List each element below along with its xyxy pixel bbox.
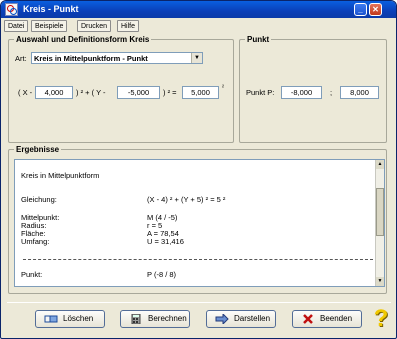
menu-hilfe[interactable]: Hilfe: [117, 20, 140, 32]
result-label: Punkt:: [21, 270, 43, 279]
title-bar[interactable]: Kreis - Punkt _ ✕: [1, 1, 396, 18]
help-icon[interactable]: ?: [369, 305, 393, 333]
results-scrollbar[interactable]: ▲ ▼: [375, 160, 384, 286]
art-select[interactable]: Kreis in Mittelpunktform - Punkt ▼: [31, 52, 203, 64]
definition-legend: Auswahl und Definitionsform Kreis: [14, 35, 152, 44]
results-text-area[interactable]: Kreis in Mittelpunktform Gleichung: (X -…: [14, 159, 385, 287]
calculator-icon: [131, 314, 141, 324]
display-button[interactable]: Darstellen: [206, 310, 276, 328]
quit-button-label: Beenden: [320, 314, 353, 323]
clear-button-label: Löschen: [63, 314, 94, 323]
result-value: U = 31,416: [147, 237, 184, 246]
circle-app-icon: [5, 3, 18, 16]
radius-input[interactable]: 5,000: [182, 86, 219, 99]
close-x-icon: [303, 314, 313, 324]
point-x-input[interactable]: -8,000: [281, 86, 322, 99]
point-label: Punkt P:: [246, 88, 275, 97]
center-y-input[interactable]: -5,000: [117, 86, 160, 99]
art-select-value: Kreis in Mittelpunktform - Punkt: [34, 54, 148, 63]
result-label: Umfang:: [21, 237, 50, 246]
minimize-button[interactable]: _: [354, 3, 367, 16]
close-button[interactable]: ✕: [369, 3, 382, 16]
point-y-input[interactable]: 8,000: [340, 86, 379, 99]
menu-beispiele[interactable]: Beispiele: [31, 20, 68, 32]
eq-open: ( X -: [18, 88, 33, 97]
scroll-up-icon[interactable]: ▲: [376, 160, 384, 169]
eraser-icon: [44, 315, 58, 323]
clear-button[interactable]: Löschen: [35, 310, 105, 328]
results-divider: [23, 259, 373, 260]
point-legend: Punkt: [245, 35, 272, 44]
scroll-down-icon[interactable]: ▼: [376, 277, 384, 286]
definition-group: Auswahl und Definitionsform Kreis Art: K…: [8, 35, 234, 143]
display-button-label: Darstellen: [234, 314, 271, 323]
eq-close: ) ² =: [163, 88, 177, 97]
result-label: Gleichung:: [21, 195, 57, 204]
result-value: (X - 4) ² + (Y + 5) ² = 5 ²: [147, 195, 226, 204]
calculate-button[interactable]: Berechnen: [120, 310, 190, 328]
eq-sup: ²: [222, 85, 224, 91]
result-value: P (-8 / 8): [147, 270, 177, 279]
results-legend: Ergebnisse: [14, 145, 62, 154]
menu-drucken[interactable]: Drucken: [77, 20, 112, 32]
point-separator: ;: [330, 88, 333, 97]
scroll-thumb[interactable]: [376, 188, 384, 236]
art-label: Art:: [15, 54, 27, 63]
window-title: Kreis - Punkt: [23, 4, 79, 14]
chevron-down-icon[interactable]: ▼: [191, 53, 202, 63]
menu-datei[interactable]: Datei: [4, 20, 29, 32]
calculate-button-label: Berechnen: [148, 314, 187, 323]
results-heading: Kreis in Mittelpunktform: [21, 171, 100, 180]
app-window: Kreis - Punkt _ ✕ Datei Beispiele Drucke…: [0, 0, 397, 339]
center-x-input[interactable]: 4,000: [35, 86, 73, 99]
arrow-right-icon: [215, 314, 229, 324]
eq-mid: ) ² + ( Y -: [76, 88, 106, 97]
point-group: Punkt Punkt P: -8,000 ; 8,000: [239, 35, 387, 143]
quit-button[interactable]: Beenden: [292, 310, 362, 328]
